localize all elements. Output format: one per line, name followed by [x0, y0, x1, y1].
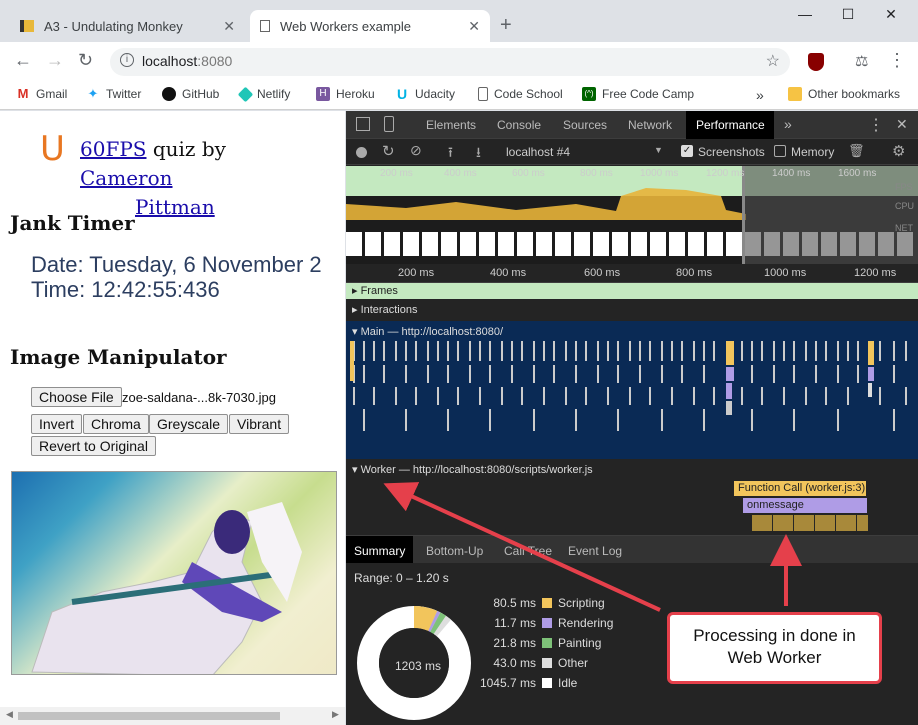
- callout-line-2: Web Worker: [727, 648, 822, 667]
- annotation-callout: Processing in done in Web Worker: [667, 612, 882, 684]
- callout-line-1: Processing in done in: [693, 626, 856, 645]
